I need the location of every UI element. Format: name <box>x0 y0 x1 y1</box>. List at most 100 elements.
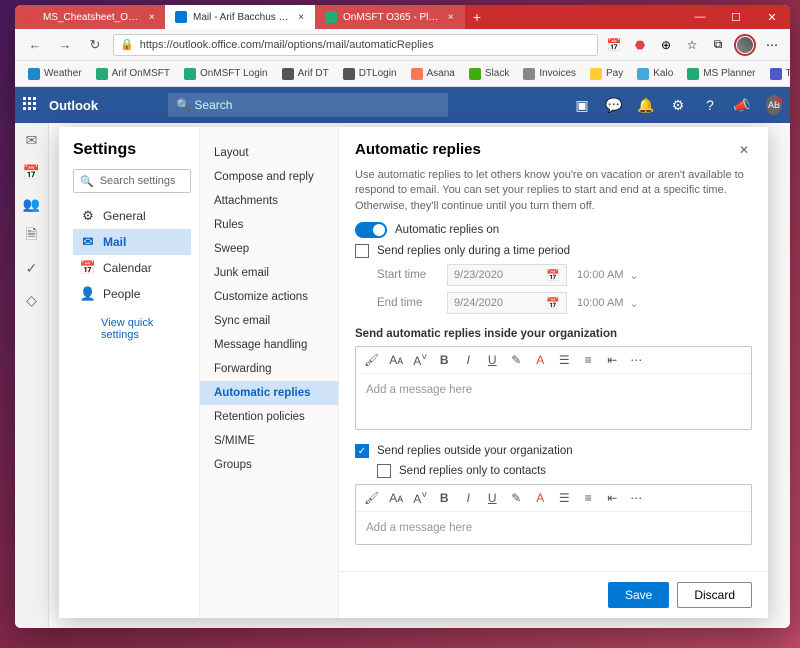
bullets-icon[interactable]: ☰ <box>557 491 571 505</box>
profile-button[interactable] <box>734 34 756 56</box>
indent-icon[interactable]: ⇤ <box>605 353 619 367</box>
favorites-icon[interactable]: ☆ <box>682 35 702 55</box>
font-family-icon[interactable]: Aᴀ <box>389 491 403 505</box>
sub-message-handling[interactable]: Message handling <box>200 333 338 357</box>
bookmark[interactable]: Arif DT <box>277 66 334 82</box>
tab-outlook[interactable]: Mail - Arif Bacchus - Outlook × <box>165 5 315 29</box>
bookmark[interactable]: OnMSFT Login <box>179 66 273 82</box>
minimize-button[interactable]: — <box>682 5 718 29</box>
numbered-icon[interactable]: ≡ <box>581 353 595 367</box>
italic-icon[interactable]: I <box>461 353 475 367</box>
notifications-icon[interactable]: 🔔 <box>638 97 654 113</box>
font-color-icon[interactable]: A <box>533 491 547 505</box>
italic-icon[interactable]: I <box>461 491 475 505</box>
tab-cheatsheet[interactable]: MS_Cheatsheet_OutlookMailOn… × <box>15 5 165 29</box>
editor-body[interactable]: Add a message here <box>356 512 751 544</box>
end-time-input[interactable]: 10:00 AM⌄ <box>577 297 657 310</box>
bookmark[interactable]: Slack <box>464 66 514 82</box>
sub-layout[interactable]: Layout <box>200 141 338 165</box>
calendar-icon[interactable]: 📅 <box>23 163 41 181</box>
app-launcher-icon[interactable] <box>23 97 39 113</box>
reload-button[interactable]: ↻ <box>83 33 107 57</box>
outside-org-checkbox[interactable]: ✓ <box>355 444 369 458</box>
forward-button[interactable]: → <box>53 33 77 57</box>
sub-groups[interactable]: Groups <box>200 453 338 477</box>
bookmark[interactable]: Pay <box>585 66 628 82</box>
maximize-button[interactable]: ☐ <box>718 5 754 29</box>
bookmark[interactable]: Teams <box>765 66 790 82</box>
nav-people[interactable]: 👤People <box>73 281 191 307</box>
bookmark[interactable]: Weather <box>23 66 87 82</box>
underline-icon[interactable]: U <box>485 491 499 505</box>
profile-avatar[interactable]: AB <box>766 97 782 113</box>
help-icon[interactable]: ? <box>702 97 718 113</box>
end-date-input[interactable]: 9/24/2020📅 <box>447 292 567 314</box>
sub-retention[interactable]: Retention policies <box>200 405 338 429</box>
collections-icon[interactable]: ⧉ <box>708 35 728 55</box>
menu-button[interactable]: ⋯ <box>762 35 782 55</box>
discard-button[interactable]: Discard <box>677 582 752 608</box>
new-tab-button[interactable]: + <box>465 5 489 29</box>
close-icon[interactable]: × <box>446 12 455 22</box>
nav-mail[interactable]: ✉Mail <box>73 229 191 255</box>
contacts-only-checkbox[interactable] <box>377 464 391 478</box>
meet-now-icon[interactable]: ▣ <box>574 97 590 113</box>
font-size-icon[interactable]: A˅ <box>413 490 427 506</box>
numbered-icon[interactable]: ≡ <box>581 491 595 505</box>
highlight-icon[interactable]: ✎ <box>509 491 523 505</box>
start-time-input[interactable]: 10:00 AM⌄ <box>577 269 657 282</box>
chat-icon[interactable]: 💬 <box>606 97 622 113</box>
files-icon[interactable]: 🗎 <box>23 227 41 245</box>
close-icon[interactable]: × <box>149 12 155 22</box>
extension-icon[interactable]: ⊕ <box>656 35 676 55</box>
sub-attachments[interactable]: Attachments <box>200 189 338 213</box>
bookmark[interactable]: Asana <box>406 66 460 82</box>
bullets-icon[interactable]: ☰ <box>557 353 571 367</box>
font-family-icon[interactable]: Aᴀ <box>389 353 403 367</box>
start-date-input[interactable]: 9/23/2020📅 <box>447 264 567 286</box>
paint-icon[interactable]: 🖌 <box>364 353 379 367</box>
font-color-icon[interactable]: A <box>533 353 547 367</box>
nav-calendar[interactable]: 📅Calendar <box>73 255 191 281</box>
announcements-icon[interactable]: 📣 <box>734 97 750 113</box>
bold-icon[interactable]: B <box>437 353 451 367</box>
time-period-checkbox[interactable] <box>355 244 369 258</box>
people-icon[interactable]: 👥 <box>23 195 41 213</box>
todo-icon[interactable]: ✓ <box>23 259 41 277</box>
underline-icon[interactable]: U <box>485 353 499 367</box>
close-button[interactable]: ✕ <box>754 5 790 29</box>
paint-icon[interactable]: 🖌 <box>364 491 379 505</box>
extension-icon[interactable]: 📅 <box>604 35 624 55</box>
settings-search-input[interactable]: 🔍 Search settings <box>73 169 191 193</box>
bookmark[interactable]: Kalo <box>632 66 678 82</box>
sub-compose[interactable]: Compose and reply <box>200 165 338 189</box>
auto-replies-toggle[interactable] <box>355 222 387 238</box>
close-icon[interactable]: ✕ <box>736 142 752 158</box>
sub-smime[interactable]: S/MIME <box>200 429 338 453</box>
back-button[interactable]: ← <box>23 33 47 57</box>
search-input[interactable]: 🔍 Search <box>168 93 448 117</box>
close-icon[interactable]: × <box>297 12 305 22</box>
bookmark[interactable]: DTLogin <box>338 66 402 82</box>
sub-rules[interactable]: Rules <box>200 213 338 237</box>
address-bar[interactable]: 🔒 https://outlook.office.com/mail/option… <box>113 34 598 56</box>
bookmark[interactable]: Invoices <box>518 66 581 82</box>
nav-general[interactable]: ⚙General <box>73 203 191 229</box>
sub-junk[interactable]: Junk email <box>200 261 338 285</box>
more-icon[interactable]: ⋯ <box>629 491 643 505</box>
more-icon[interactable]: ◇ <box>23 291 41 309</box>
settings-icon[interactable]: ⚙ <box>670 97 686 113</box>
indent-icon[interactable]: ⇤ <box>605 491 619 505</box>
bookmark[interactable]: MS Planner <box>682 66 760 82</box>
bold-icon[interactable]: B <box>437 491 451 505</box>
editor-body[interactable]: Add a message here <box>356 374 751 429</box>
tab-planner[interactable]: OnMSFT O365 - Planner × <box>315 5 465 29</box>
sub-forwarding[interactable]: Forwarding <box>200 357 338 381</box>
sub-automatic-replies[interactable]: Automatic replies <box>200 381 338 405</box>
font-size-icon[interactable]: A˅ <box>413 352 427 368</box>
bookmark[interactable]: Arif OnMSFT <box>91 66 175 82</box>
sub-sync[interactable]: Sync email <box>200 309 338 333</box>
more-icon[interactable]: ⋯ <box>629 353 643 367</box>
sub-customize[interactable]: Customize actions <box>200 285 338 309</box>
extension-icon[interactable]: ⬣ <box>630 35 650 55</box>
